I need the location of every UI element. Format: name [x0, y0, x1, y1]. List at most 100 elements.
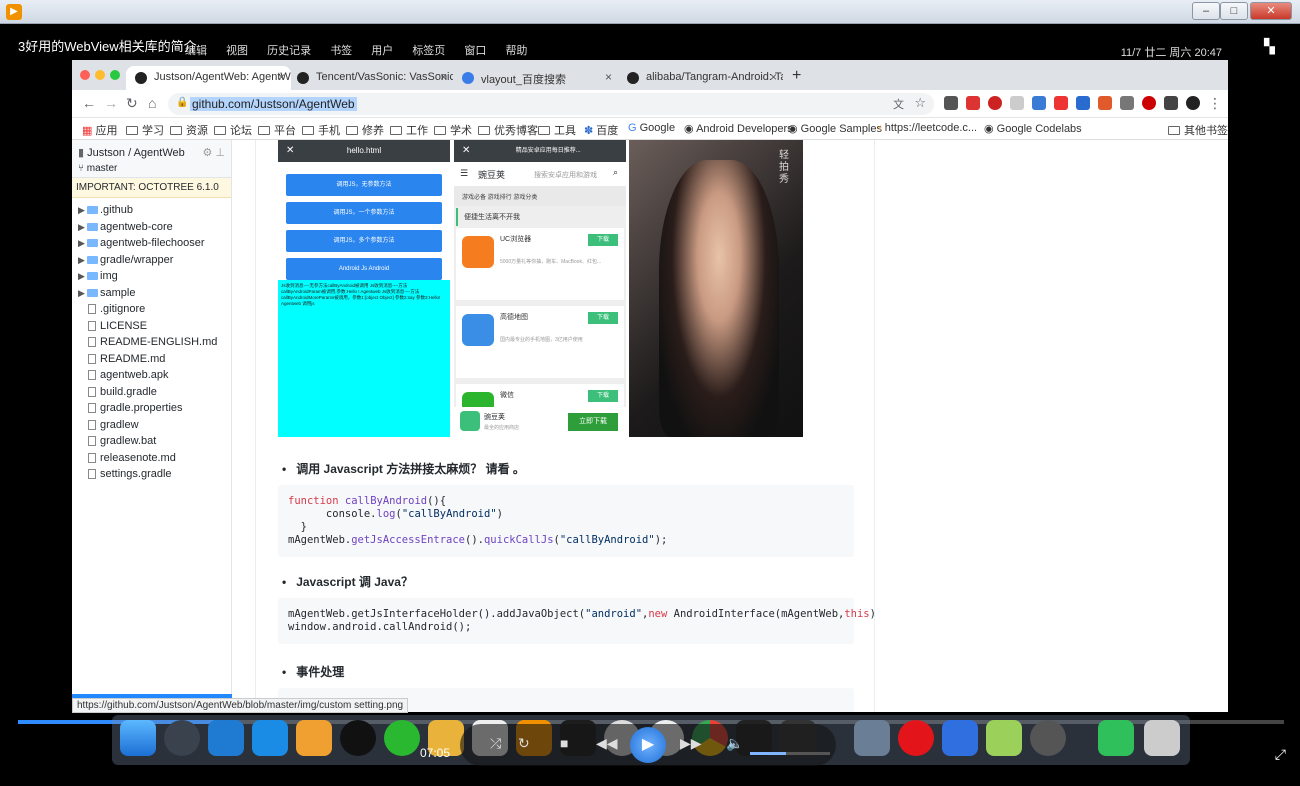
bookmark-leetcode[interactable]: ‹ https://leetcode.c... [878, 122, 977, 134]
android-studio-icon[interactable] [1098, 720, 1134, 756]
bookmark-folder[interactable]: 工作 [390, 122, 428, 138]
gear-icon[interactable]: ⚙ [202, 147, 212, 159]
bookmark-android-dev[interactable]: ◉ Android Developers [684, 122, 793, 135]
tab-vlayout[interactable]: vlayout_百度搜索 × [453, 66, 618, 90]
tree-file[interactable]: gradlew.bat [72, 433, 231, 450]
tab-agentweb[interactable]: Justson/AgentWeb: AgentWe × [126, 66, 291, 90]
finder-icon[interactable] [120, 720, 156, 756]
bookmark-google-samples[interactable]: ◉ Google Samples [788, 122, 882, 135]
wps-icon[interactable] [942, 720, 978, 756]
extension-icon[interactable] [1142, 96, 1156, 110]
back-icon[interactable]: ← [82, 95, 96, 111]
translate-icon[interactable]: 文 [893, 96, 904, 112]
bookmark-google[interactable]: G Google [628, 122, 675, 134]
star-icon[interactable]: ☆ [914, 95, 926, 111]
playlist-icon[interactable]: ▚ [1264, 38, 1282, 54]
close-dot[interactable] [80, 70, 90, 80]
octotree-notice[interactable]: IMPORTANT: OCTOTREE 6.1.0 [72, 178, 231, 198]
volume-slider[interactable] [750, 752, 830, 755]
android-icon[interactable] [986, 720, 1022, 756]
menu-item[interactable]: 帮助 [505, 45, 527, 57]
extension-icon[interactable] [966, 96, 980, 110]
play-button[interactable]: ▶ [630, 727, 666, 763]
bookmark-folder[interactable]: 学术 [434, 122, 472, 138]
extension-icon[interactable] [944, 96, 958, 110]
menu-item[interactable]: 视图 [226, 45, 248, 57]
demo-screenshot-js[interactable]: ✕ hello.html 调用JS，无参数方法 调用JS，一个参数方法 调用JS，… [278, 140, 450, 437]
tree-file[interactable]: agentweb.apk [72, 367, 231, 384]
tab-close-icon[interactable]: × [278, 70, 285, 84]
maximize-button[interactable]: □ [1220, 2, 1248, 20]
menu-kebab-icon[interactable]: ⋮ [1208, 95, 1222, 112]
new-tab-button[interactable]: + [792, 67, 801, 85]
extension-icon[interactable] [1010, 96, 1024, 110]
tab-vassonic[interactable]: Tencent/VasSonic: VasSonic is × [288, 66, 453, 90]
menu-item[interactable]: 用户 [371, 45, 393, 57]
extension-icon[interactable] [1076, 96, 1090, 110]
tree-file[interactable]: .gitignore [72, 301, 231, 318]
windows-icon[interactable] [252, 720, 288, 756]
tab-tangram[interactable]: alibaba/Tangram-Android: Tang × [618, 66, 783, 90]
qq-icon[interactable] [340, 720, 376, 756]
bookmark-folder[interactable]: 资源 [170, 122, 208, 138]
stop-icon[interactable]: ■ [560, 735, 568, 751]
trash-icon[interactable] [1144, 720, 1180, 756]
preview-icon[interactable] [296, 720, 332, 756]
tree-file[interactable]: README.md [72, 351, 231, 368]
video-app-icon[interactable] [1030, 720, 1066, 756]
address-bar[interactable]: 🔒 github.com/Justson/AgentWeb 文 ☆ [168, 93, 934, 115]
bookmark-other[interactable]: 其他书签 [1168, 122, 1228, 138]
extension-icon[interactable] [1032, 96, 1046, 110]
repeat-icon[interactable]: ↻ [518, 735, 530, 752]
address-url[interactable]: github.com/Justson/AgentWeb [190, 97, 357, 111]
menu-item[interactable]: 标签页 [412, 45, 445, 57]
extension-icon[interactable] [1054, 96, 1068, 110]
shuffle-icon[interactable]: ⤮ [490, 735, 501, 752]
bookmark-folder[interactable]: 修养 [346, 122, 384, 138]
bookmark-folder[interactable]: 工具 [538, 122, 576, 138]
tree-file[interactable]: releasenote.md [72, 450, 231, 467]
opera-icon[interactable] [898, 720, 934, 756]
bookmark-folder[interactable]: 平台 [258, 122, 296, 138]
tree-folder[interactable]: ▶ .github [72, 202, 231, 219]
bookmark-folder[interactable]: 论坛 [214, 122, 252, 138]
fast-forward-icon[interactable]: ▶▶ [680, 735, 702, 752]
tab-close-icon[interactable]: × [440, 70, 447, 84]
avatar[interactable] [1186, 96, 1200, 110]
bookmark-folder[interactable]: 手机 [302, 122, 340, 138]
demo-screenshot-wandoujia[interactable]: ✕ 精品安卓应用每日推荐... ☰ 豌豆荚 搜索安卓应用和游戏 ⌕ 游戏必备 游戏… [454, 140, 626, 437]
menu-item[interactable]: 编辑 [185, 45, 207, 57]
tree-file[interactable]: gradlew [72, 417, 231, 434]
tree-file[interactable]: build.gradle [72, 384, 231, 401]
bookmark-apps[interactable]: ▦ 应用 [82, 122, 117, 138]
forward-icon[interactable]: → [104, 95, 118, 111]
tree-folder[interactable]: ▶ sample [72, 285, 231, 302]
tab-close-icon[interactable]: × [770, 70, 777, 84]
close-button[interactable]: ✕ [1250, 2, 1292, 20]
volume-icon[interactable]: 🔈 [726, 735, 743, 752]
bookmark-baidu[interactable]: ✽ 百度 [584, 122, 618, 138]
tab-close-icon[interactable]: × [605, 70, 612, 84]
minimize-button[interactable]: – [1192, 2, 1220, 20]
puzzle-icon[interactable] [1164, 96, 1178, 110]
photos-icon[interactable] [854, 720, 890, 756]
menu-item[interactable]: 窗口 [464, 45, 486, 57]
tree-folder[interactable]: ▶ agentweb-filechooser [72, 235, 231, 252]
tree-file[interactable]: gradle.properties [72, 400, 231, 417]
tree-folder[interactable]: ▶ agentweb-core [72, 219, 231, 236]
expand-icon[interactable]: ⤢ [1275, 746, 1286, 763]
extension-icon[interactable] [1098, 96, 1112, 110]
wechat-icon[interactable] [384, 720, 420, 756]
tree-file[interactable]: settings.gradle [72, 466, 231, 483]
tree-folder[interactable]: ▶ img [72, 268, 231, 285]
minimize-dot[interactable] [95, 70, 105, 80]
adblock-icon[interactable] [988, 96, 1002, 110]
tree-file[interactable]: README-ENGLISH.md [72, 334, 231, 351]
demo-screenshot-photo[interactable]: 轻拍秀 [629, 140, 803, 437]
bookmark-folder[interactable]: 学习 [126, 122, 164, 138]
zoom-dot[interactable] [110, 70, 120, 80]
tree-folder[interactable]: ▶ gradle/wrapper [72, 252, 231, 269]
extension-icon[interactable] [1120, 96, 1134, 110]
reload-icon[interactable]: ↻ [126, 95, 138, 112]
vscode-icon[interactable] [208, 720, 244, 756]
